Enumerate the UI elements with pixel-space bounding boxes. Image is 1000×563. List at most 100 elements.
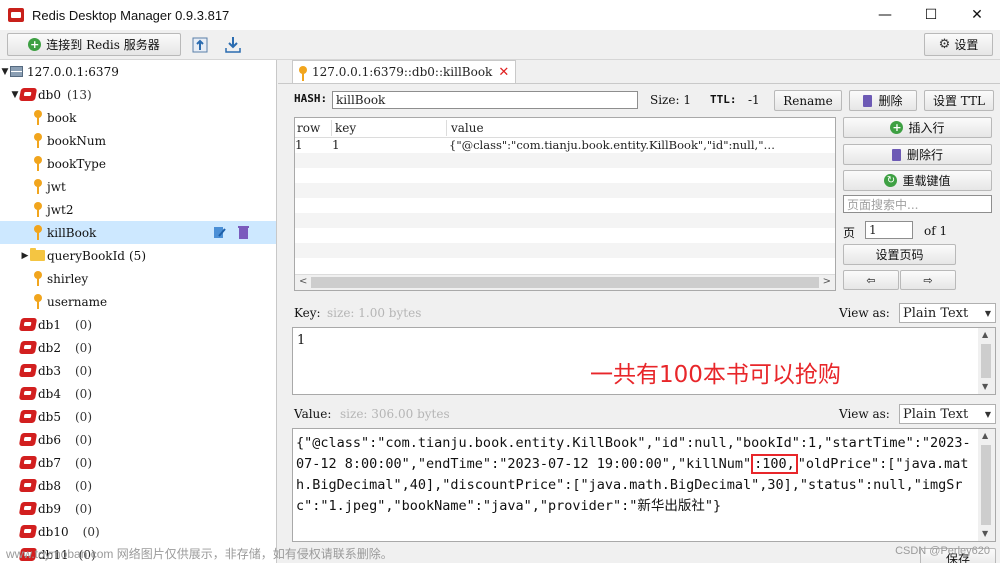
tree-db[interactable]: db10 (0)	[0, 520, 276, 543]
column-separator	[331, 120, 332, 136]
scrollbar-thumb[interactable]	[311, 277, 819, 288]
folder-count: (5)	[129, 248, 146, 263]
folder-name: queryBookId	[47, 248, 125, 263]
scroll-right-icon[interactable]: >	[823, 276, 831, 287]
expand-arrow-icon[interactable]: ▶	[20, 251, 30, 261]
tree-server[interactable]: ▼ 127.0.0.1:6379	[0, 60, 276, 83]
size-label: Size: 1	[650, 93, 691, 107]
tree-db[interactable]: db3 (0)	[0, 359, 276, 382]
table-header: row key value	[295, 118, 835, 138]
key-label: jwt2	[47, 202, 74, 217]
db-name: db1	[38, 317, 61, 332]
prev-page-button[interactable]: ⇦	[843, 270, 899, 290]
tree-db[interactable]: db5 (0)	[0, 405, 276, 428]
view-as-label: View as:	[839, 306, 890, 320]
connection-tree: ▼ 127.0.0.1:6379 ▼ db0 (13) book bookNum…	[0, 60, 277, 563]
database-icon	[18, 341, 38, 354]
next-page-button[interactable]: ⇨	[900, 270, 956, 290]
key-label: shirley	[47, 271, 89, 286]
tree-db[interactable]: db4 (0)	[0, 382, 276, 405]
tree-db[interactable]: db6 (0)	[0, 428, 276, 451]
set-page-button[interactable]: 设置页码	[843, 244, 956, 265]
expand-arrow-icon[interactable]: ▼	[0, 67, 10, 77]
column-header[interactable]: key	[335, 121, 356, 135]
close-tab-icon[interactable]: ✕	[498, 65, 509, 80]
database-icon	[18, 456, 38, 469]
tree-key[interactable]: username	[0, 290, 276, 313]
tree-key[interactable]: book	[0, 106, 276, 129]
tree-key[interactable]: jwt	[0, 175, 276, 198]
scroll-up-icon[interactable]: ▲	[982, 330, 988, 339]
db-name: db6	[38, 432, 61, 447]
tree-key[interactable]: jwt2	[0, 198, 276, 221]
reload-label: 重载键值	[902, 174, 951, 188]
connect-server-label: 连接到 Redis 服务器	[46, 38, 160, 52]
tree-db0[interactable]: ▼ db0 (13)	[0, 83, 276, 106]
scroll-left-icon[interactable]: <	[299, 276, 307, 287]
tree-key-selected[interactable]: killBook	[0, 221, 276, 244]
key-editor-label: Key:	[294, 306, 321, 320]
insert-row-button[interactable]: + 插入行	[843, 117, 992, 138]
export-icon[interactable]	[221, 33, 245, 57]
scrollbar-thumb[interactable]	[981, 445, 991, 525]
scrollbar-thumb[interactable]	[981, 344, 991, 378]
tab-killbook[interactable]: 127.0.0.1:6379::db0::killBook ✕	[292, 60, 517, 83]
reload-button[interactable]: ↻ 重载键值	[843, 170, 992, 191]
db-name: db0	[38, 87, 61, 102]
rename-button[interactable]: Rename	[774, 90, 842, 111]
page-number-input[interactable]: 1	[865, 221, 913, 239]
connect-server-button[interactable]: + 连接到 Redis 服务器	[7, 33, 181, 56]
database-icon	[18, 502, 38, 515]
tree-key[interactable]: bookType	[0, 152, 276, 175]
value-editor[interactable]: {"@class":"com.tianju.book.entity.KillBo…	[292, 428, 996, 542]
value-content: {"@class":"com.tianju.book.entity.KillBo…	[296, 433, 972, 517]
db-name: db4	[38, 386, 61, 401]
empty-row	[295, 153, 835, 168]
scroll-up-icon[interactable]: ▲	[982, 431, 988, 440]
key-detail-panel: 127.0.0.1:6379::db0::killBook ✕ HASH: ki…	[278, 60, 1000, 563]
maximize-button[interactable]: ☐	[908, 0, 954, 30]
column-header[interactable]: row	[297, 121, 320, 135]
tree-db[interactable]: db9 (0)	[0, 497, 276, 520]
db-count: (0)	[75, 501, 92, 516]
key-name-input[interactable]: killBook	[332, 91, 638, 109]
tab-divider	[278, 83, 1000, 84]
database-icon	[18, 88, 38, 101]
horizontal-scrollbar[interactable]: < >	[295, 274, 835, 290]
tree-db[interactable]: db1 (0)	[0, 313, 276, 336]
close-button[interactable]: ✕	[954, 0, 1000, 30]
tree-db[interactable]: db2 (0)	[0, 336, 276, 359]
tree-folder[interactable]: ▶ queryBookId (5)	[0, 244, 276, 267]
window-title: Redis Desktop Manager 0.9.3.817	[32, 7, 230, 23]
scroll-down-icon[interactable]: ▼	[982, 529, 988, 538]
vertical-scrollbar[interactable]: ▲ ▼	[978, 429, 995, 541]
delete-key-button[interactable]: 删除	[849, 90, 917, 111]
key-icon	[34, 202, 42, 217]
delete-row-button[interactable]: 删除行	[843, 144, 992, 165]
edit-key-icon[interactable]	[212, 225, 227, 240]
value-view-as-select[interactable]: Plain Text ▼	[899, 404, 996, 424]
scroll-down-icon[interactable]: ▼	[982, 382, 988, 391]
empty-row	[295, 168, 835, 183]
watermark-right: CSDN @Perley620	[895, 545, 990, 557]
title-bar: Redis Desktop Manager 0.9.3.817 — ☐ ✕	[0, 0, 1000, 30]
minimize-button[interactable]: —	[862, 0, 908, 30]
vertical-scrollbar[interactable]: ▲ ▼	[978, 328, 995, 394]
tree-key[interactable]: shirley	[0, 267, 276, 290]
db-name: db8	[38, 478, 61, 493]
tree-db[interactable]: db7 (0)	[0, 451, 276, 474]
tree-key[interactable]: bookNum	[0, 129, 276, 152]
key-view-as-select[interactable]: Plain Text ▼	[899, 303, 996, 323]
database-icon	[18, 410, 38, 423]
tree-db[interactable]: db8 (0)	[0, 474, 276, 497]
insert-row-label: 插入行	[908, 121, 945, 135]
table-row[interactable]: 1 1 {"@class":"com.tianju.book.entity.Ki…	[295, 138, 835, 153]
set-ttl-button[interactable]: 设置 TTL	[924, 90, 994, 111]
settings-button[interactable]: ⚙ 设置	[924, 33, 993, 56]
delete-key-icon[interactable]	[237, 225, 250, 240]
page-search-input[interactable]: 页面搜索中...	[843, 195, 992, 213]
import-icon[interactable]	[189, 33, 213, 57]
db-count: (0)	[75, 340, 92, 355]
column-header[interactable]: value	[451, 121, 484, 135]
tab-label: 127.0.0.1:6379::db0::killBook	[312, 65, 493, 79]
